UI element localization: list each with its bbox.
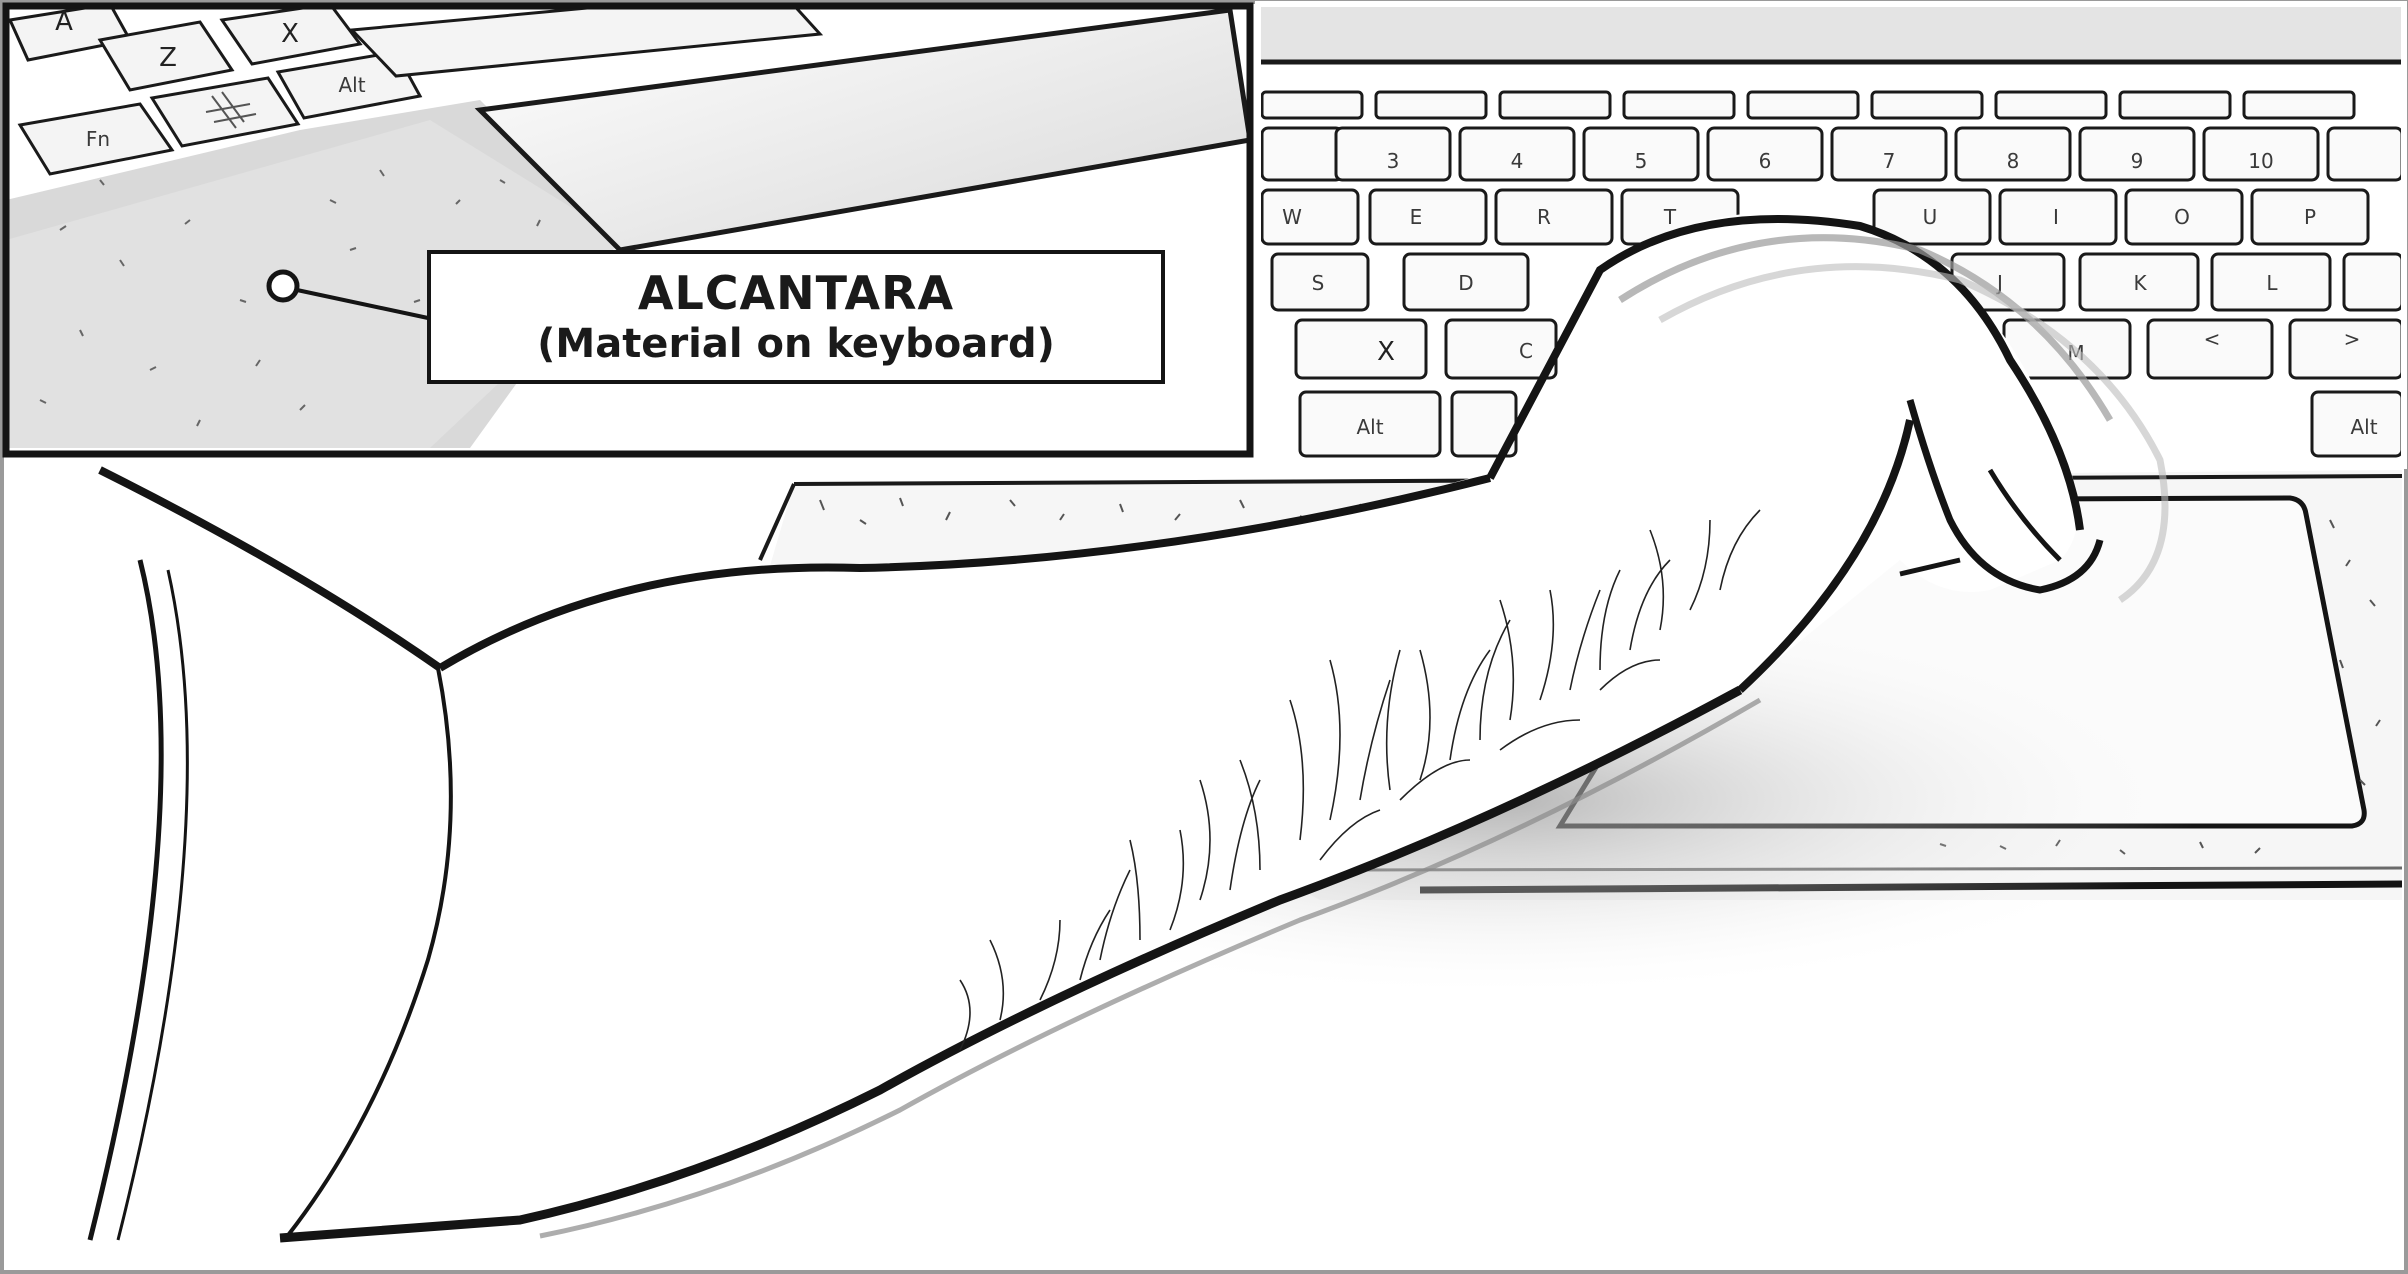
inset-panel: A Z X Fn Alt: [6, 6, 1250, 454]
key-e-label: E: [1410, 205, 1423, 229]
key-o-label: O: [2174, 205, 2190, 229]
callout-subtitle: (Material on keyboard): [537, 321, 1055, 367]
key-p-label: P: [2304, 205, 2316, 229]
key-8-label: 8: [2007, 149, 2020, 173]
key-d-label: D: [1458, 271, 1473, 295]
key-6-label: 6: [1759, 149, 1772, 173]
inset-key-alt-label: Alt: [338, 73, 365, 97]
key-gt-label: >: [2344, 327, 2361, 351]
number-key-row: [1260, 126, 2402, 182]
callout-title: ALCANTARA: [637, 266, 955, 320]
key-3-label: 3: [1387, 149, 1400, 173]
key-i-label: I: [2053, 205, 2059, 229]
key-c-label: C: [1519, 339, 1533, 363]
key-x-label: X: [1377, 337, 1395, 367]
callout-label: ALCANTARA (Material on keyboard): [427, 250, 1165, 384]
key-alt-left-label: Alt: [1356, 415, 1383, 439]
callout-pin: [266, 269, 300, 303]
inset-key-x-label: X: [281, 19, 299, 49]
key-7-label: 7: [1883, 149, 1896, 173]
key-t-label: T: [1663, 205, 1677, 229]
key-k-label: K: [2133, 271, 2147, 295]
key-lt-label: <: [2204, 327, 2221, 351]
function-key-row: [1260, 90, 2356, 120]
key-r-label: R: [1537, 205, 1551, 229]
key-w-label: W: [1282, 205, 1302, 229]
key-l-label: L: [2266, 271, 2278, 295]
key-5-label: 5: [1635, 149, 1648, 173]
key-10-label: 10: [2248, 149, 2273, 173]
key-u-label: U: [1923, 205, 1938, 229]
key-s-label: S: [1312, 271, 1325, 295]
storyboard-page: A Z X Fn Alt 3 4 5 6 7 8 9 10 W E R T U …: [0, 0, 2408, 1274]
key-alt-right-label: Alt: [2350, 415, 2377, 439]
inset-key-z-label: Z: [159, 43, 177, 73]
key-9-label: 9: [2131, 149, 2144, 173]
inset-key-fn-label: Fn: [86, 127, 110, 151]
key-4-label: 4: [1511, 149, 1524, 173]
inset-key-a-label: A: [55, 7, 73, 37]
